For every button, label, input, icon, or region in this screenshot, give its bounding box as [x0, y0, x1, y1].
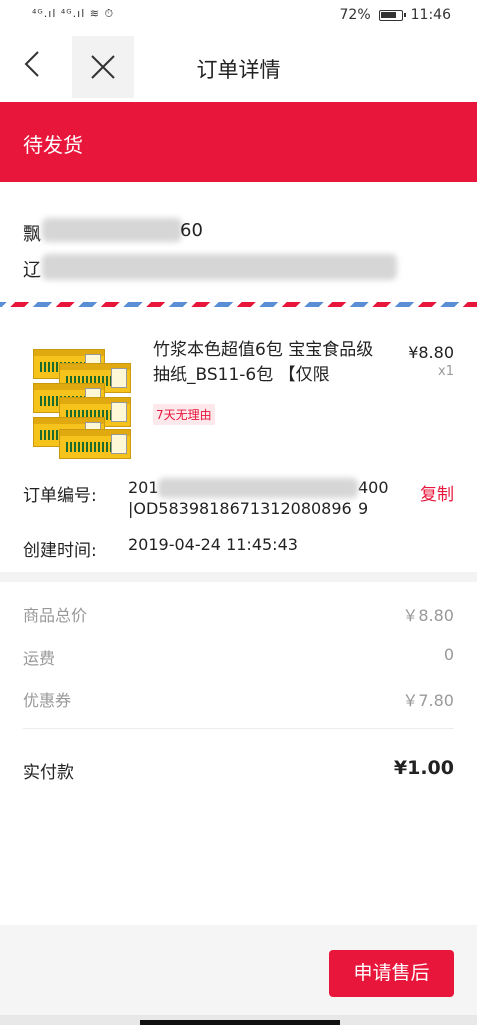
- redacted-recipient: [42, 218, 182, 242]
- summary-label-goods-total: 商品总价: [23, 606, 88, 625]
- product-card[interactable]: [0, 307, 477, 472]
- order-status-banner: 待发货: [0, 102, 477, 182]
- recipient-name-prefix: 飘: [23, 224, 41, 245]
- status-right: 72% 11:46: [340, 7, 451, 23]
- order-number-line1-start: 201: [128, 478, 159, 497]
- created-time-label: 创建时间:: [23, 541, 97, 561]
- return-policy-badge: 7天无理由: [153, 404, 215, 425]
- summary-label-shipping: 运费: [23, 649, 56, 668]
- recipient-phone-suffix: 60: [180, 220, 203, 241]
- page-title: 订单详情: [196, 58, 281, 82]
- tissue-pack-image: [33, 349, 133, 459]
- summary-value-shipping: 0: [443, 645, 454, 664]
- navigation-bar: 订单详情: [0, 32, 477, 102]
- battery-icon: [378, 9, 406, 21]
- apply-after-sale-button[interactable]: 申请售后: [329, 950, 454, 997]
- product-title[interactable]: 竹浆本色超值6包 宝宝食品级抽纸_BS11-6包 【仅限: [153, 338, 383, 388]
- redacted-address: [42, 254, 397, 280]
- copy-order-button[interactable]: 复制: [420, 480, 454, 505]
- amount-paid-label: 实付款: [23, 763, 74, 783]
- summary-value-coupon: ￥7.80: [402, 691, 454, 710]
- summary-value-goods-total: ￥8.80: [402, 606, 454, 625]
- address-prefix: 辽: [23, 260, 41, 281]
- shipping-address[interactable]: 飘 60 辽: [0, 182, 477, 302]
- created-time-value: 2019-04-24 11:45:43: [128, 535, 298, 554]
- amount-paid-value: ¥1.00: [393, 757, 454, 779]
- redacted-order-number: [158, 478, 358, 498]
- order-number-label: 订单编号:: [23, 486, 97, 506]
- summary-divider: [23, 728, 454, 729]
- order-number-line1-end: 4009: [358, 478, 389, 518]
- section-gap: [0, 572, 477, 582]
- status-bar: ⁴ᴳ.ıl ⁴ᴳ.ıl ≋ ⏱ 72% 11:46: [0, 0, 477, 32]
- product-quantity: x1: [438, 364, 454, 379]
- signal-wifi-icons: ⁴ᴳ.ıl ⁴ᴳ.ıl ≋ ⏱: [32, 7, 115, 20]
- order-status-text: 待发货: [23, 133, 83, 157]
- clock: 11:46: [410, 7, 451, 23]
- order-number-line2: |OD5839818671312080896: [128, 499, 352, 518]
- summary-label-coupon: 优惠券: [23, 691, 72, 710]
- product-price: ¥8.80: [408, 343, 454, 362]
- battery-percent: 72%: [339, 7, 371, 23]
- home-indicator: [0, 1015, 477, 1025]
